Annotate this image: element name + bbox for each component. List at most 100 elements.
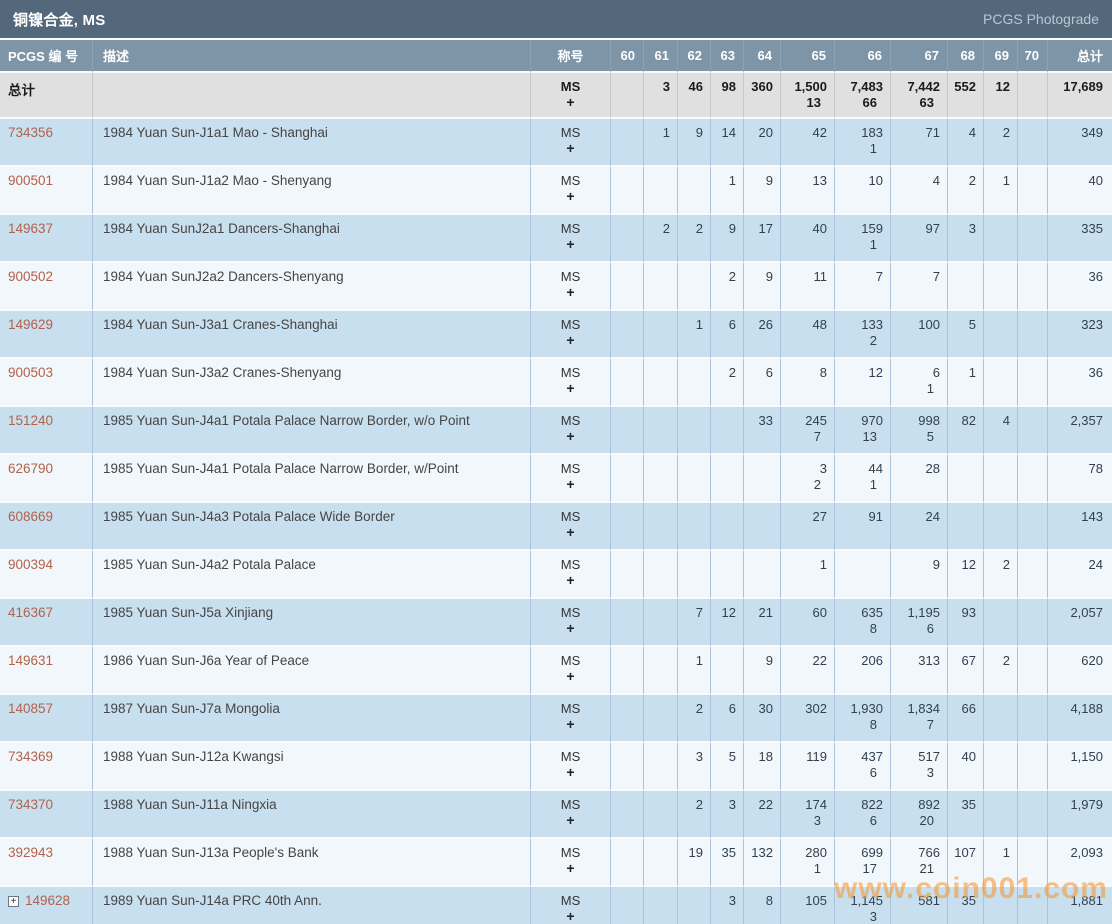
pcgs-number-link[interactable]: 149637 (8, 221, 53, 236)
row-grade-cell-66: 97013 (834, 407, 890, 455)
row-grade-cell-65: 119 (780, 743, 834, 791)
row-grade-cell-68: 12 (947, 551, 983, 599)
row-grade-cell-66: 1,1453 (834, 887, 890, 924)
pcgs-number-link[interactable]: 626790 (8, 461, 53, 476)
designation-cell: MS+ (530, 839, 610, 887)
plus-count: 1 (891, 381, 947, 397)
plus-count: 6 (835, 765, 890, 781)
row-grade-cell-62: 9 (677, 119, 710, 167)
coin-description: 1984 Yuan SunJ2a1 Dancers-Shanghai (103, 221, 340, 236)
designation-cell: MS+ (530, 215, 610, 263)
row-grade-cell-62 (677, 167, 710, 215)
row-grade-cell-70 (1017, 359, 1047, 407)
row-grade-cell-60 (610, 119, 643, 167)
row-grade-cell-68: 35 (947, 887, 983, 924)
pcgs-number-link[interactable]: 734369 (8, 749, 53, 764)
totals-label: 总计 (8, 83, 35, 98)
totals-grade-cell-64: 360 (743, 73, 780, 119)
row-grade-cell-65: 32 (780, 455, 834, 503)
pcgs-number-link[interactable]: 900501 (8, 173, 53, 188)
row-total: 17,689 (1048, 79, 1112, 95)
row-grade-cell-69: 1 (983, 167, 1017, 215)
row-grade-cell-62: 1 (677, 647, 710, 695)
pcgs-number-link[interactable]: 416367 (8, 605, 53, 620)
row-grade-cell-68: 5 (947, 311, 983, 359)
table-row: 7343691988 Yuan Sun-J12a KwangsiMS+35181… (0, 743, 1112, 791)
row-total-cell: 2,057 (1047, 599, 1112, 647)
row-grade-cell-66: 12 (834, 359, 890, 407)
plus-count: 2 (835, 333, 890, 349)
row-grade-cell-65: 22 (780, 647, 834, 695)
description-cell: 1988 Yuan Sun-J11a Ningxia (92, 791, 530, 839)
col-header-designation: 称号 (530, 40, 610, 73)
row-grade-cell-64: 9 (743, 167, 780, 215)
col-header-grade-64: 64 (743, 40, 780, 73)
row-grade-cell-69 (983, 599, 1017, 647)
coin-description: 1986 Yuan Sun-J6a Year of Peace (103, 653, 309, 668)
row-grade-cell-60 (610, 359, 643, 407)
row-grade-cell-63: 35 (710, 839, 743, 887)
col-header-grade-65: 65 (780, 40, 834, 73)
totals-grade-cell-66: 7,48366 (834, 73, 890, 119)
designation-plus-label: + (531, 860, 610, 876)
expand-icon[interactable]: + (8, 896, 19, 907)
row-grade-cell-62 (677, 359, 710, 407)
row-grade-cell-69 (983, 311, 1017, 359)
designation-ms-label: MS (531, 845, 610, 860)
coin-description: 1985 Yuan Sun-J4a2 Potala Palace (103, 557, 316, 572)
grade-count: 2 (678, 797, 710, 813)
pcgs-number-cell: 392943 (0, 839, 92, 887)
row-grade-cell-70 (1017, 791, 1047, 839)
description-cell: 1989 Yuan Sun-J14a PRC 40th Ann. (92, 887, 530, 924)
pcgs-number-cell: 734369 (0, 743, 92, 791)
grade-count: 97 (891, 221, 947, 237)
row-grade-cell-63 (710, 647, 743, 695)
col-header-grade-61: 61 (643, 40, 677, 73)
pcgs-number-link[interactable]: 149628 (25, 893, 70, 908)
grade-count: 2 (711, 365, 743, 381)
grade-count: 998 (891, 413, 947, 429)
table-row: 6267901985 Yuan Sun-J4a1 Potala Palace N… (0, 455, 1112, 503)
designation-ms-label: MS (531, 173, 610, 188)
designation-plus-label: + (531, 812, 610, 828)
row-total: 40 (1048, 173, 1112, 189)
pcgs-number-link[interactable]: 900503 (8, 365, 53, 380)
row-grade-cell-68: 82 (947, 407, 983, 455)
pcgs-number-link[interactable]: 140857 (8, 701, 53, 716)
totals-grade-cell-63: 98 (710, 73, 743, 119)
row-grade-cell-68 (947, 263, 983, 311)
pcgs-number-link[interactable]: 734370 (8, 797, 53, 812)
pcgs-number-link[interactable]: 149629 (8, 317, 53, 332)
col-header-grade-60: 60 (610, 40, 643, 73)
pcgs-number-link[interactable]: 151240 (8, 413, 53, 428)
pcgs-number-link[interactable]: 734356 (8, 125, 53, 140)
photograde-link[interactable]: PCGS Photograde (983, 11, 1099, 27)
grade-count: 71 (891, 125, 947, 141)
grade-count: 27 (781, 509, 834, 525)
pcgs-number-link[interactable]: 392943 (8, 845, 53, 860)
pcgs-number-link[interactable]: 608669 (8, 509, 53, 524)
row-grade-cell-67: 24 (890, 503, 947, 551)
designation-cell: MS+ (530, 263, 610, 311)
grade-count: 2 (678, 221, 710, 237)
row-grade-cell-69 (983, 455, 1017, 503)
designation-cell: MS+ (530, 359, 610, 407)
row-grade-cell-60 (610, 167, 643, 215)
row-grade-cell-63: 3 (710, 791, 743, 839)
row-total: 24 (1048, 557, 1112, 573)
grade-count: 1 (984, 173, 1017, 189)
row-grade-cell-66: 7 (834, 263, 890, 311)
pcgs-number-link[interactable]: 149631 (8, 653, 53, 668)
row-grade-cell-67: 9 (890, 551, 947, 599)
row-grade-cell-63: 1 (710, 167, 743, 215)
pcgs-number-link[interactable]: 900394 (8, 557, 53, 572)
row-grade-cell-63 (710, 551, 743, 599)
row-grade-cell-64: 9 (743, 263, 780, 311)
coin-description: 1988 Yuan Sun-J13a People's Bank (103, 845, 319, 860)
row-grade-cell-64: 21 (743, 599, 780, 647)
grade-count: 3 (644, 79, 677, 95)
pcgs-number-link[interactable]: 900502 (8, 269, 53, 284)
row-grade-cell-65: 60 (780, 599, 834, 647)
row-grade-cell-64: 9 (743, 647, 780, 695)
grade-count: 9 (678, 125, 710, 141)
